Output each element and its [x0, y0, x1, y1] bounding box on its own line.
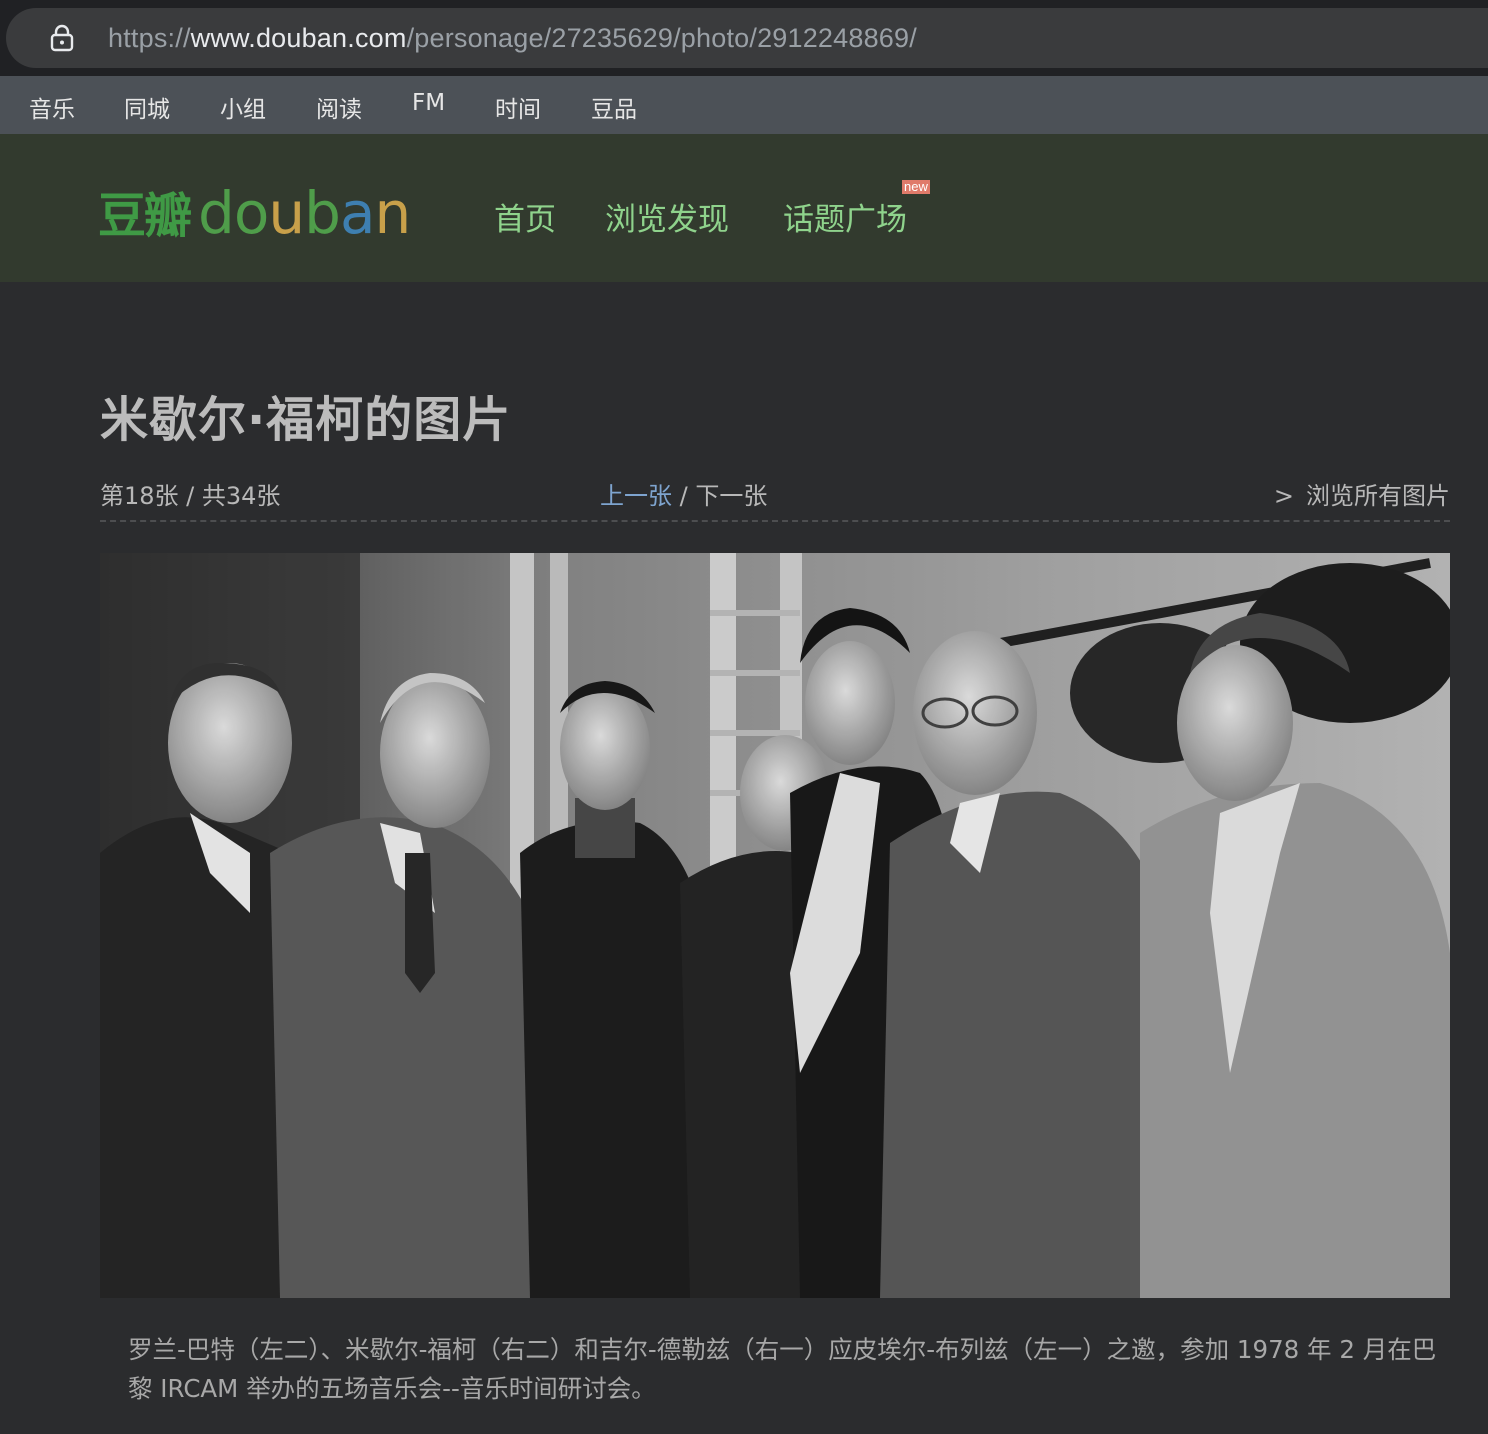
global-nav-market[interactable]: 豆品 [591, 90, 637, 124]
url-path: /personage/27235629/photo/2912248869/ [406, 22, 917, 53]
global-nav-read[interactable]: 阅读 [316, 90, 362, 124]
nav-home[interactable]: 首页 [494, 194, 556, 239]
prev-next: 上一张 / 下一张 [600, 476, 767, 511]
prev-next-separator: / [672, 482, 696, 510]
chevron-right-icon: > [1273, 482, 1294, 510]
lock-icon[interactable] [50, 24, 74, 52]
nav-home-label: 首页 [494, 202, 556, 238]
photo-pager: 第18张 / 共34张 上一张 / 下一张 > 浏览所有图片 [100, 472, 1450, 512]
global-nav-music[interactable]: 音乐 [29, 90, 75, 124]
global-nav: 音乐 同城 小组 阅读 FM 时间 豆品 [0, 76, 1488, 134]
global-nav-time[interactable]: 时间 [495, 90, 541, 124]
view-all-photos-link[interactable]: > 浏览所有图片 [1274, 476, 1450, 511]
prev-photo-link[interactable]: 上一张 [600, 482, 672, 510]
global-nav-city[interactable]: 同城 [124, 90, 170, 124]
global-nav-fm[interactable]: FM [412, 90, 445, 116]
site-header: 豆瓣 douban 首页 浏览发现 话题广场 new [0, 134, 1488, 282]
url-text[interactable]: https://www.douban.com/personage/2723562… [108, 23, 917, 54]
address-bar[interactable]: https://www.douban.com/personage/2723562… [6, 8, 1488, 68]
photo-image [100, 553, 1450, 1298]
main-photo[interactable] [100, 553, 1450, 1298]
page-title: 米歇尔·福柯的图片 [100, 392, 512, 448]
url-host: www.douban.com [190, 22, 407, 53]
photo-caption: 罗兰-巴特（左二）、米歇尔-福柯（右二）和吉尔-德勒兹（右一）应皮埃尔-布列兹（… [128, 1335, 1437, 1403]
logo-en-text: douban [198, 179, 411, 247]
next-photo-link[interactable]: 下一张 [695, 482, 767, 510]
dashed-divider [100, 520, 1450, 522]
browser-chrome: https://www.douban.com/personage/2723562… [0, 0, 1488, 76]
douban-logo[interactable]: 豆瓣 douban [98, 174, 411, 247]
photo-counter: 第18张 / 共34张 [100, 482, 281, 510]
nav-explore-label: 浏览发现 [605, 202, 729, 238]
new-badge: new [902, 179, 930, 194]
view-all-label: 浏览所有图片 [1306, 482, 1450, 510]
logo-cn-text: 豆瓣 [98, 188, 192, 244]
nav-topics[interactable]: 话题广场 [783, 194, 907, 239]
nav-explore[interactable]: 浏览发现 [605, 194, 729, 239]
global-nav-group[interactable]: 小组 [220, 90, 266, 124]
nav-topics-label: 话题广场 [783, 202, 907, 238]
url-scheme: https:// [108, 22, 191, 53]
